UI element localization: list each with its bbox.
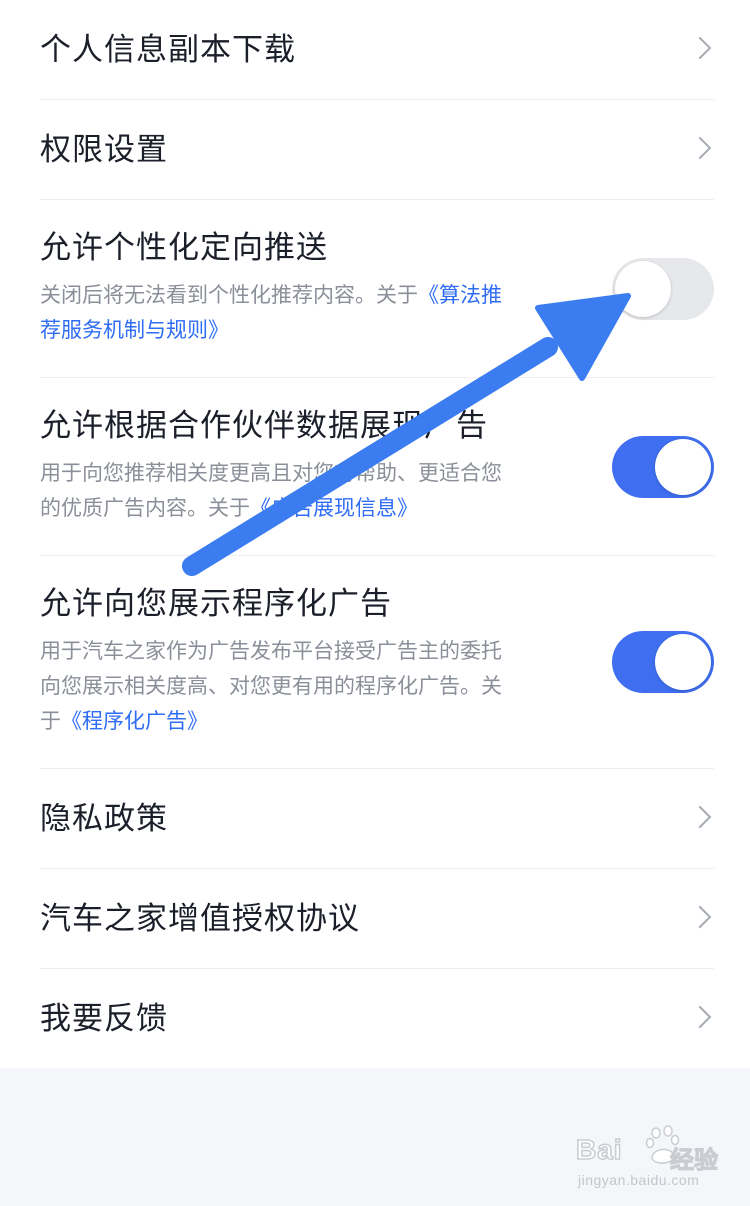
programmatic-ads-toggle[interactable]	[612, 631, 714, 693]
row-privacy-policy[interactable]: 隐私政策	[40, 769, 714, 869]
row-partner-ads: 允许根据合作伙伴数据展现广告 用于向您推荐相关度更高且对您有帮助、更适合您 的优…	[40, 378, 714, 556]
row-feedback[interactable]: 我要反馈	[40, 969, 714, 1069]
personalized-push-toggle[interactable]	[612, 258, 714, 320]
row-title: 允许根据合作伙伴数据展现广告	[40, 408, 488, 444]
row-description: 关闭后将无法看到个性化推荐内容。关于《算法推 荐服务机制与规则》	[40, 278, 580, 348]
watermark-url: jingyan.baidu.com	[578, 1172, 700, 1188]
row-description: 用于向您推荐相关度更高且对您有帮助、更适合您 的优质广告内容。关于《广告展现信息…	[40, 456, 580, 526]
row-description: 用于汽车之家作为广告发布平台接受广告主的委托 向您展示相关度高、对您更有用的程序…	[40, 634, 580, 739]
desc-text: 关闭后将无法看到个性化推荐内容。关于	[40, 283, 418, 307]
row-title: 我要反馈	[40, 1001, 168, 1037]
row-permission-settings[interactable]: 权限设置	[40, 100, 714, 200]
settings-list: 个人信息副本下载 权限设置 允许个性化定向推送 关闭后将无法看到个性化推荐内容。…	[0, 0, 750, 1068]
row-title: 允许向您展示程序化广告	[40, 586, 392, 622]
desc-text: 用于向您推荐相关度更高且对您有帮助、更适合您	[40, 461, 502, 485]
desc-text: 用于汽车之家作为广告发布平台接受广告主的委托	[40, 639, 502, 663]
row-value-added-agreement[interactable]: 汽车之家增值授权协议	[40, 869, 714, 969]
ad-display-info-link[interactable]: 《广告展现信息》	[250, 496, 418, 520]
desc-text: 于	[40, 709, 61, 733]
chevron-right-icon	[688, 1005, 712, 1029]
baidu-jingyan-watermark: Bai 经验 jingyan.baidu.com	[574, 1122, 724, 1192]
row-title: 权限设置	[40, 132, 168, 168]
algorithm-rules-link[interactable]: 《算法推	[418, 283, 502, 307]
row-personal-info-download[interactable]: 个人信息副本下载	[40, 0, 714, 100]
toggle-knob	[655, 634, 711, 690]
row-title: 个人信息副本下载	[40, 32, 296, 68]
chevron-right-icon	[688, 905, 712, 929]
watermark-logo-text: Bai	[575, 1133, 623, 1166]
row-personalized-push: 允许个性化定向推送 关闭后将无法看到个性化推荐内容。关于《算法推 荐服务机制与规…	[40, 200, 714, 378]
row-title: 汽车之家增值授权协议	[40, 901, 360, 937]
watermark-suffix: 经验	[670, 1146, 719, 1175]
algorithm-rules-link[interactable]: 荐服务机制与规则》	[40, 318, 229, 342]
chevron-right-icon	[688, 136, 712, 160]
row-programmatic-ads: 允许向您展示程序化广告 用于汽车之家作为广告发布平台接受广告主的委托 向您展示相…	[40, 556, 714, 769]
partner-ads-toggle[interactable]	[612, 436, 714, 498]
row-title: 允许个性化定向推送	[40, 230, 328, 266]
row-title: 隐私政策	[40, 801, 168, 837]
desc-text: 向您展示相关度高、对您更有用的程序化广告。关	[40, 674, 502, 698]
chevron-right-icon	[688, 805, 712, 829]
desc-text: 的优质广告内容。关于	[40, 496, 250, 520]
chevron-right-icon	[688, 36, 712, 60]
programmatic-ads-link[interactable]: 《程序化广告》	[61, 709, 208, 733]
toggle-knob	[615, 261, 671, 317]
toggle-knob	[655, 439, 711, 495]
